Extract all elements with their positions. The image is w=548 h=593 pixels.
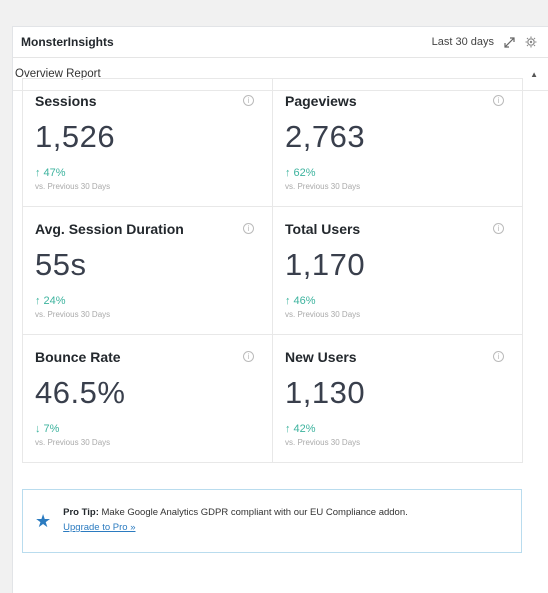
pro-tip-message: Make Google Analytics GDPR compliant wit… [101,507,408,519]
page-gutter [0,0,12,593]
info-icon[interactable]: i [243,95,254,106]
metric-label: Sessions [35,93,97,109]
change-percent: 47% [43,167,66,179]
metric-card-total-users: Total Users i 1,170 ↑ 46% vs. Previous 3… [273,207,523,335]
metric-value: 1,170 [285,247,366,282]
metric-label: Bounce Rate [35,349,121,365]
arrow-up-icon: ↑ [285,295,291,307]
expand-icon[interactable] [502,35,516,49]
metric-value: 2,763 [285,119,366,154]
metric-change: ↑ 24% [35,295,260,307]
change-percent: 46% [293,295,316,307]
comparison-text: vs. Previous 30 Days [285,310,361,319]
header-controls: Last 30 days [432,35,538,49]
metric-label: New Users [285,349,357,365]
arrow-up-icon: ↑ [35,295,41,307]
metric-label: Avg. Session Duration [35,221,184,237]
change-percent: 62% [293,167,316,179]
arrow-up-icon: ↑ [35,167,41,179]
metrics-grid: Sessions i 1,526 ↑ 47% vs. Previous 30 D… [22,78,523,463]
info-icon[interactable]: i [243,223,254,234]
metric-label: Total Users [285,221,361,237]
metric-value: 46.5% [35,375,126,410]
metric-change: ↑ 47% [35,167,260,179]
metric-label: Pageviews [285,93,357,109]
metric-value: 55s [35,247,87,282]
metric-change: ↑ 42% [285,423,510,435]
pro-tip-text: Pro Tip: Make Google Analytics GDPR comp… [63,506,408,535]
metric-card-new-users: New Users i 1,130 ↑ 42% vs. Previous 30 … [273,335,523,463]
info-icon[interactable]: i [243,351,254,362]
metric-change: ↑ 62% [285,167,510,179]
date-range-selector[interactable]: Last 30 days [432,36,494,48]
star-icon: ★ [35,510,52,531]
pro-tip-label: Pro Tip: [63,507,99,519]
metric-value: 1,526 [35,119,116,154]
info-icon[interactable]: i [493,95,504,106]
metric-value: 1,130 [285,375,366,410]
comparison-text: vs. Previous 30 Days [285,182,361,191]
widget-title: MonsterInsights [21,35,114,49]
metric-card-pageviews: Pageviews i 2,763 ↑ 62% vs. Previous 30 … [273,79,523,207]
comparison-text: vs. Previous 30 Days [285,438,361,447]
comparison-text: vs. Previous 30 Days [35,182,111,191]
pro-tip-banner: ★ Pro Tip: Make Google Analytics GDPR co… [22,489,522,553]
change-percent: 42% [293,423,316,435]
arrow-up-icon: ↑ [285,423,291,435]
metric-card-avg-session-duration: Avg. Session Duration i 55s ↑ 24% vs. Pr… [23,207,273,335]
caret-up-icon[interactable]: ▲ [530,70,538,79]
upgrade-link[interactable]: Upgrade to Pro » [63,522,135,533]
arrow-up-icon: ↑ [285,167,291,179]
comparison-text: vs. Previous 30 Days [35,438,111,447]
change-percent: 7% [43,423,60,435]
gear-icon[interactable] [524,35,538,49]
comparison-text: vs. Previous 30 Days [35,310,111,319]
metric-change: ↑ 46% [285,295,510,307]
widget-header: MonsterInsights Last 30 days [13,27,548,58]
metric-card-bounce-rate: Bounce Rate i 46.5% ↓ 7% vs. Previous 30… [23,335,273,463]
metric-card-sessions: Sessions i 1,526 ↑ 47% vs. Previous 30 D… [23,79,273,207]
change-percent: 24% [43,295,66,307]
info-icon[interactable]: i [493,223,504,234]
info-icon[interactable]: i [493,351,504,362]
metric-change: ↓ 7% [35,423,260,435]
arrow-down-icon: ↓ [35,423,41,435]
